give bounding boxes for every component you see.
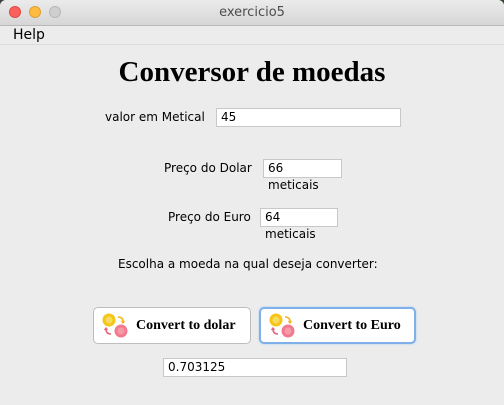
convert-to-euro-label: Convert to Euro <box>303 317 401 333</box>
dolar-label: Preço do Dolar <box>164 161 252 175</box>
convert-to-dolar-button[interactable]: Convert to dolar <box>93 307 251 344</box>
convert-prompt: Escolha a moeda na qual deseja converter… <box>118 257 378 271</box>
currency-exchange-icon <box>269 313 295 337</box>
page-title: Conversor de moedas <box>118 56 386 88</box>
metical-input[interactable]: 45 <box>216 108 401 127</box>
menu-help[interactable]: Help <box>13 27 45 43</box>
euro-price-field[interactable]: 64 meticais <box>260 208 338 241</box>
result-field[interactable]: 0.703125 <box>163 358 347 377</box>
convert-to-euro-button[interactable]: Convert to Euro <box>259 307 416 344</box>
metical-label: valor em Metical <box>105 110 205 124</box>
title-bar[interactable]: exercicio5 <box>0 0 504 26</box>
euro-label: Preço do Euro <box>168 210 251 224</box>
menu-bar: Help <box>0 26 504 44</box>
dolar-price-field[interactable]: 66 meticais <box>263 159 342 192</box>
convert-to-dolar-label: Convert to dolar <box>136 317 236 333</box>
window-title: exercicio5 <box>219 5 285 20</box>
currency-exchange-icon <box>102 313 128 337</box>
app-window: exercicio5 Help Conversor de moedas valo… <box>0 0 504 405</box>
menu-divider <box>0 44 504 45</box>
